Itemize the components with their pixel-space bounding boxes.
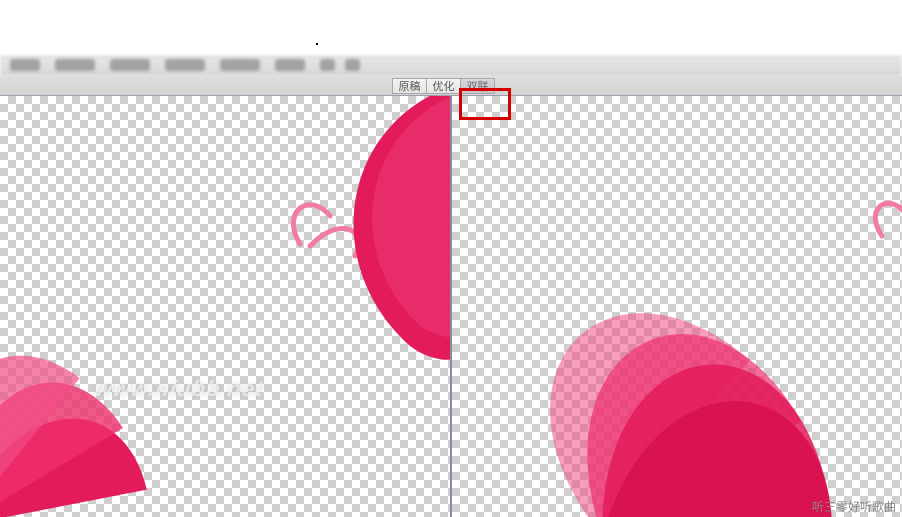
view-tab-bar: 原稿 优化 双联: [0, 76, 902, 96]
left-preview-pane[interactable]: www.niubb.net: [0, 96, 450, 517]
view-tabs: 原稿 优化 双联: [393, 78, 495, 94]
title-area: [0, 0, 902, 56]
artwork-right: [452, 96, 902, 517]
decorative-dot: [316, 43, 318, 45]
main-toolbar: [0, 56, 902, 76]
tab-original[interactable]: 原稿: [392, 78, 427, 94]
tab-optimize[interactable]: 优化: [426, 78, 461, 94]
right-preview-pane[interactable]: [450, 96, 902, 517]
artwork-left: [0, 96, 450, 517]
tab-two-up[interactable]: 双联: [460, 78, 495, 94]
preview-area: www.niubb.net: [0, 95, 902, 517]
